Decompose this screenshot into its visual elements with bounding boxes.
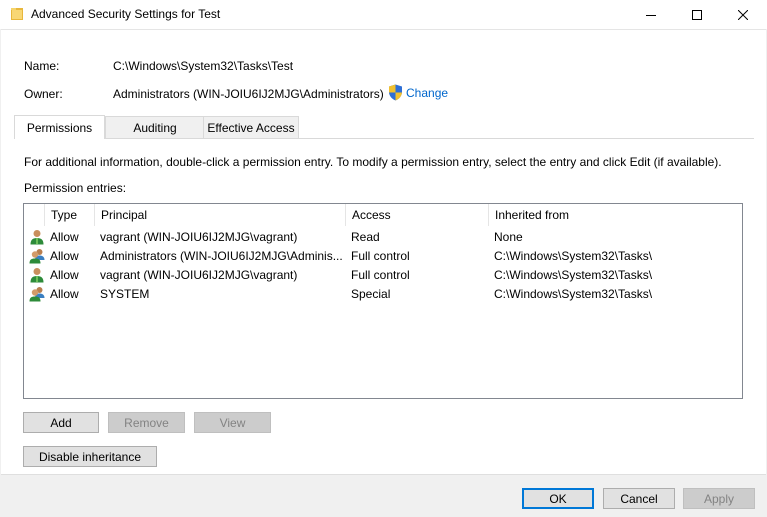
user-icon [30, 268, 44, 283]
cell-principal: SYSTEM [100, 286, 150, 301]
tab-auditing[interactable]: Auditing [105, 116, 205, 138]
cell-principal: vagrant (WIN-JOIU6IJ2MJG\vagrant) [100, 267, 298, 282]
column-header-principal[interactable]: Principal [94, 204, 345, 226]
cell-inherited-from: C:\Windows\System32\Tasks\ [494, 248, 653, 263]
column-label: Inherited from [495, 208, 570, 222]
tab-label: Effective Access [207, 120, 295, 135]
column-header-type[interactable]: Type [44, 204, 94, 226]
table-row[interactable]: Allow Administrators (WIN-JOIU6IJ2MJG\Ad… [24, 246, 742, 265]
title-bar: Advanced Security Settings for Test [0, 0, 767, 29]
cell-inherited-from: C:\Windows\System32\Tasks\ [494, 286, 653, 301]
cell-inherited-from: C:\Windows\System32\Tasks\ [494, 267, 653, 282]
cell-principal: vagrant (WIN-JOIU6IJ2MJG\vagrant) [100, 229, 298, 244]
owner-value: Administrators (WIN-JOIU6IJ2MJG\Administ… [113, 87, 384, 101]
change-owner-link[interactable]: Change [406, 86, 448, 100]
maximize-button[interactable] [674, 0, 720, 29]
list-header: Type Principal Access Inherited from [24, 204, 742, 226]
apply-button[interactable]: Apply [683, 488, 755, 509]
info-text: For additional information, double-click… [24, 155, 722, 169]
name-value: C:\Windows\System32\Tasks\Test [113, 59, 294, 73]
cell-access: Full control [351, 267, 410, 282]
permission-entries-list[interactable]: Type Principal Access Inherited from All… [23, 203, 743, 399]
group-icon [29, 287, 45, 302]
close-button[interactable] [720, 0, 766, 29]
cell-inherited-from: None [494, 229, 523, 244]
table-row[interactable]: Allow vagrant (WIN-JOIU6IJ2MJG\vagrant) … [24, 265, 742, 284]
name-label: Name: [24, 59, 60, 73]
uac-shield-icon [389, 84, 402, 101]
view-button[interactable]: View [194, 412, 271, 433]
table-row[interactable]: Allow SYSTEM Special C:\Windows\System32… [24, 284, 742, 303]
remove-button[interactable]: Remove [108, 412, 185, 433]
column-label: Principal [101, 208, 148, 222]
minimize-button[interactable] [628, 0, 674, 29]
cell-type: Allow [50, 286, 79, 301]
permission-entries-label: Permission entries: [24, 181, 127, 195]
cell-type: Allow [50, 248, 79, 263]
column-header-inherited-from[interactable]: Inherited from [488, 204, 742, 226]
tab-label: Permissions [26, 120, 93, 135]
add-button[interactable]: Add [23, 412, 99, 433]
table-row[interactable]: Allow vagrant (WIN-JOIU6IJ2MJG\vagrant) … [24, 227, 742, 246]
tab-divider [14, 138, 754, 139]
column-header-access[interactable]: Access [345, 204, 488, 226]
group-icon [29, 249, 45, 264]
cell-type: Allow [50, 267, 79, 282]
close-icon [738, 9, 748, 20]
window-title: Advanced Security Settings for Test [31, 7, 221, 21]
user-icon [30, 230, 44, 245]
tab-permissions[interactable]: Permissions [14, 115, 105, 139]
tab-label: Auditing [133, 120, 177, 135]
ok-button[interactable]: OK [522, 488, 594, 509]
cell-type: Allow [50, 229, 79, 244]
column-label: Access [352, 208, 391, 222]
folder-icon [11, 8, 23, 20]
cancel-button[interactable]: Cancel [603, 488, 675, 509]
owner-label: Owner: [24, 87, 63, 101]
disable-inheritance-button[interactable]: Disable inheritance [23, 446, 157, 467]
maximize-icon [692, 9, 702, 20]
tab-effective-access[interactable]: Effective Access [203, 116, 299, 138]
minimize-icon [646, 14, 656, 16]
column-label: Type [51, 208, 78, 222]
cell-access: Full control [351, 248, 410, 263]
cell-access: Special [351, 286, 391, 301]
cell-access: Read [351, 229, 380, 244]
cell-principal: Administrators (WIN-JOIU6IJ2MJG\Adminis.… [100, 248, 343, 263]
